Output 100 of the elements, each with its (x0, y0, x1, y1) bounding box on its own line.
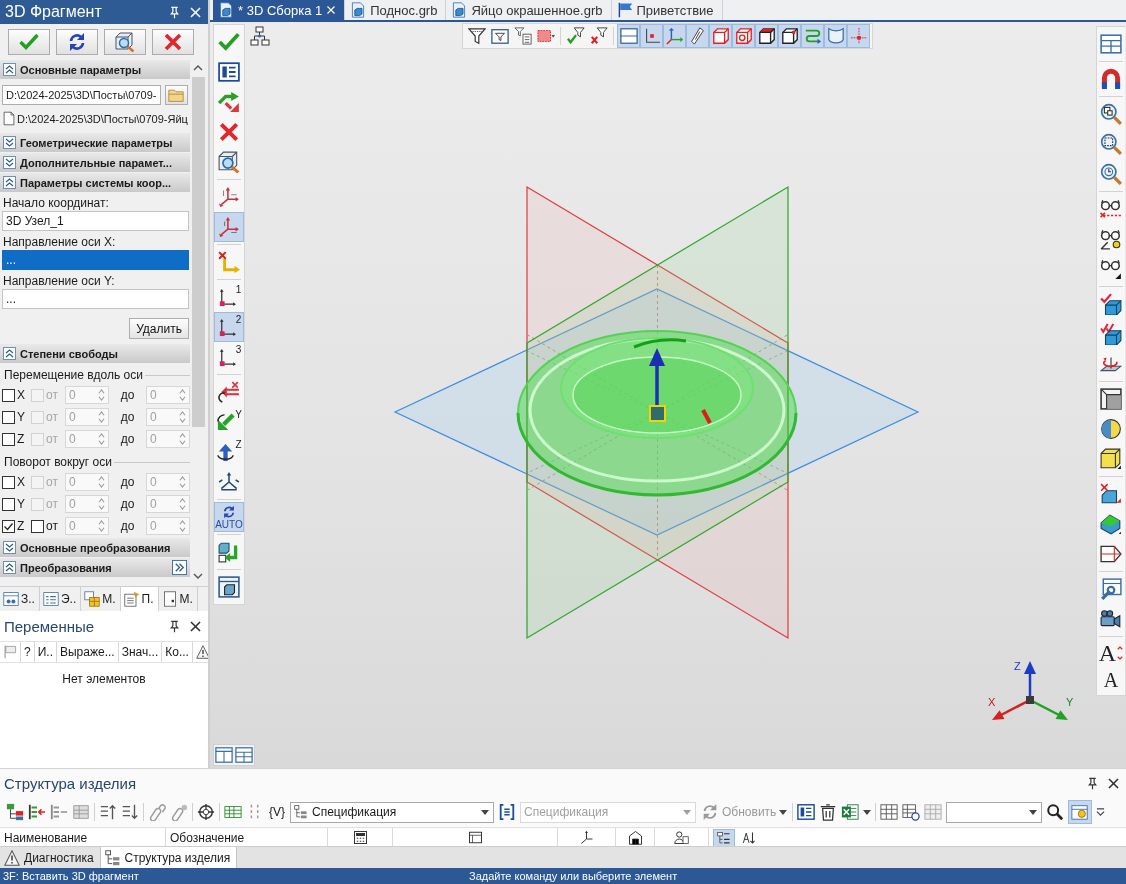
document-tab[interactable]: Приветствие (611, 0, 723, 20)
magnet-icon[interactable] (1100, 68, 1122, 90)
close-icon[interactable] (189, 619, 202, 633)
layout-icon[interactable] (215, 746, 233, 764)
scroll-thumb[interactable] (191, 77, 205, 427)
link-icon[interactable] (170, 803, 188, 821)
tool-button[interactable] (640, 24, 663, 48)
checkbox[interactable] (2, 410, 15, 424)
chevron-down-icon[interactable] (1096, 808, 1106, 816)
tool-button[interactable] (686, 24, 709, 48)
font-size-button[interactable]: A (1098, 639, 1124, 667)
target-icon[interactable] (197, 803, 215, 821)
sphere-icon[interactable] (1100, 418, 1122, 440)
cube-check-icon[interactable] (1100, 323, 1122, 345)
section-header[interactable]: Параметры системы коор... (0, 173, 190, 192)
zoom-icon[interactable] (1100, 163, 1122, 185)
tool-button[interactable]: 1 (214, 282, 244, 312)
expander-icon[interactable] (3, 136, 16, 149)
font-button[interactable]: A (1103, 667, 1119, 693)
view-select[interactable]: Спецификация (290, 801, 495, 823)
section-header[interactable]: Основные преобразования (0, 538, 190, 557)
cube-icon[interactable] (1100, 448, 1122, 470)
ok-button[interactable] (8, 29, 50, 55)
expander-icon[interactable] (3, 541, 16, 554)
expander-icon[interactable] (3, 176, 16, 189)
move-arrow[interactable] (649, 348, 665, 406)
glasses-icon[interactable] (1100, 228, 1122, 250)
delete-button[interactable]: Удалить (129, 318, 189, 339)
column-header[interactable]: ? (21, 642, 35, 662)
section-header[interactable]: Геометрические параметры (0, 133, 190, 152)
tree-icon[interactable] (250, 26, 270, 46)
document-tab[interactable]: Яйцо окрашенное.grb (446, 0, 612, 20)
cube-check-icon[interactable] (1100, 293, 1122, 315)
panel-tab[interactable]: П. (120, 587, 159, 611)
column-header[interactable]: Знач... (118, 642, 163, 662)
section-header[interactable]: Дополнительные парамет... (0, 153, 190, 172)
dish-model[interactable] (516, 330, 798, 497)
file-path[interactable]: D:\2024-2025\3D\Посты\0709-Яйц (17, 112, 188, 125)
cube-point-icon[interactable] (1100, 483, 1122, 505)
bracket-list-icon[interactable] (498, 803, 517, 821)
variables-button[interactable]: {V} (268, 805, 287, 819)
zoom-icon[interactable] (1100, 133, 1122, 155)
preview-button[interactable] (104, 29, 146, 55)
pin-icon[interactable] (168, 619, 181, 633)
refresh-button[interactable] (56, 29, 98, 55)
glasses-icon[interactable] (1100, 198, 1122, 220)
column-header[interactable]: Ко... (162, 642, 193, 662)
search-icon[interactable] (1046, 803, 1065, 821)
document-tab[interactable]: Поднос.grb (345, 0, 447, 20)
double-chevron-icon[interactable] (172, 560, 187, 575)
tool-button[interactable]: AUTO (214, 502, 244, 532)
column-header[interactable]: И.. (34, 642, 57, 662)
table-icon[interactable] (467, 830, 483, 845)
rotation-handle[interactable] (701, 409, 712, 424)
handle-square[interactable] (649, 405, 666, 422)
checkbox[interactable] (2, 475, 15, 489)
axes-icon[interactable] (579, 830, 594, 845)
caret-icon[interactable] (863, 809, 872, 815)
trash-icon[interactable] (819, 803, 838, 821)
pin-icon[interactable] (168, 5, 181, 19)
tree-icon[interactable] (6, 803, 24, 821)
column-header[interactable]: Выраже... (57, 642, 119, 662)
glasses-icon[interactable] (1100, 258, 1122, 280)
coordinate-field[interactable]: 3D Узел_1 (2, 211, 189, 231)
document-tab[interactable]: * 3D Сборка 1 (213, 0, 346, 20)
checkbox[interactable] (2, 388, 15, 402)
wrench-icon[interactable] (1100, 578, 1122, 600)
prism-icon[interactable] (1100, 543, 1122, 565)
building-icon[interactable] (627, 830, 643, 845)
expander-icon[interactable] (3, 347, 16, 360)
coordinate-field[interactable]: ... (2, 289, 189, 309)
layout-icon[interactable] (235, 746, 253, 764)
link-icon[interactable] (148, 803, 166, 821)
checkbox[interactable] (2, 497, 15, 511)
coordinate-field[interactable]: ... (2, 250, 189, 270)
panel-tab[interactable]: Структура изделия (100, 847, 238, 868)
tool-button[interactable] (713, 828, 735, 847)
checkbox[interactable] (2, 432, 15, 446)
close-icon[interactable] (1107, 776, 1120, 790)
checkbox[interactable] (31, 519, 44, 533)
layout-icon[interactable] (1100, 33, 1122, 55)
sort-icon[interactable] (121, 803, 139, 821)
camera-icon[interactable] (1100, 608, 1122, 630)
tool-button[interactable]: 2 (214, 312, 244, 342)
tool-button[interactable]: Y (214, 407, 244, 437)
cancel-button[interactable] (152, 29, 194, 55)
section-header[interactable]: Основные параметры (0, 60, 190, 79)
zoom-icon[interactable] (1100, 103, 1122, 125)
tool-button[interactable] (778, 24, 801, 48)
sort-icon[interactable] (99, 803, 117, 821)
expander-icon[interactable] (3, 156, 16, 169)
tool-button[interactable] (755, 24, 778, 48)
cube-icon[interactable] (1100, 388, 1122, 410)
expander-icon[interactable] (3, 63, 16, 76)
pin-icon[interactable] (1086, 776, 1099, 790)
form-icon[interactable] (797, 803, 816, 821)
chevron-down-icon[interactable] (193, 573, 203, 579)
tool-button[interactable]: Z (214, 437, 244, 467)
cube-icon[interactable] (1100, 513, 1122, 535)
rotation-handle[interactable] (633, 338, 687, 349)
